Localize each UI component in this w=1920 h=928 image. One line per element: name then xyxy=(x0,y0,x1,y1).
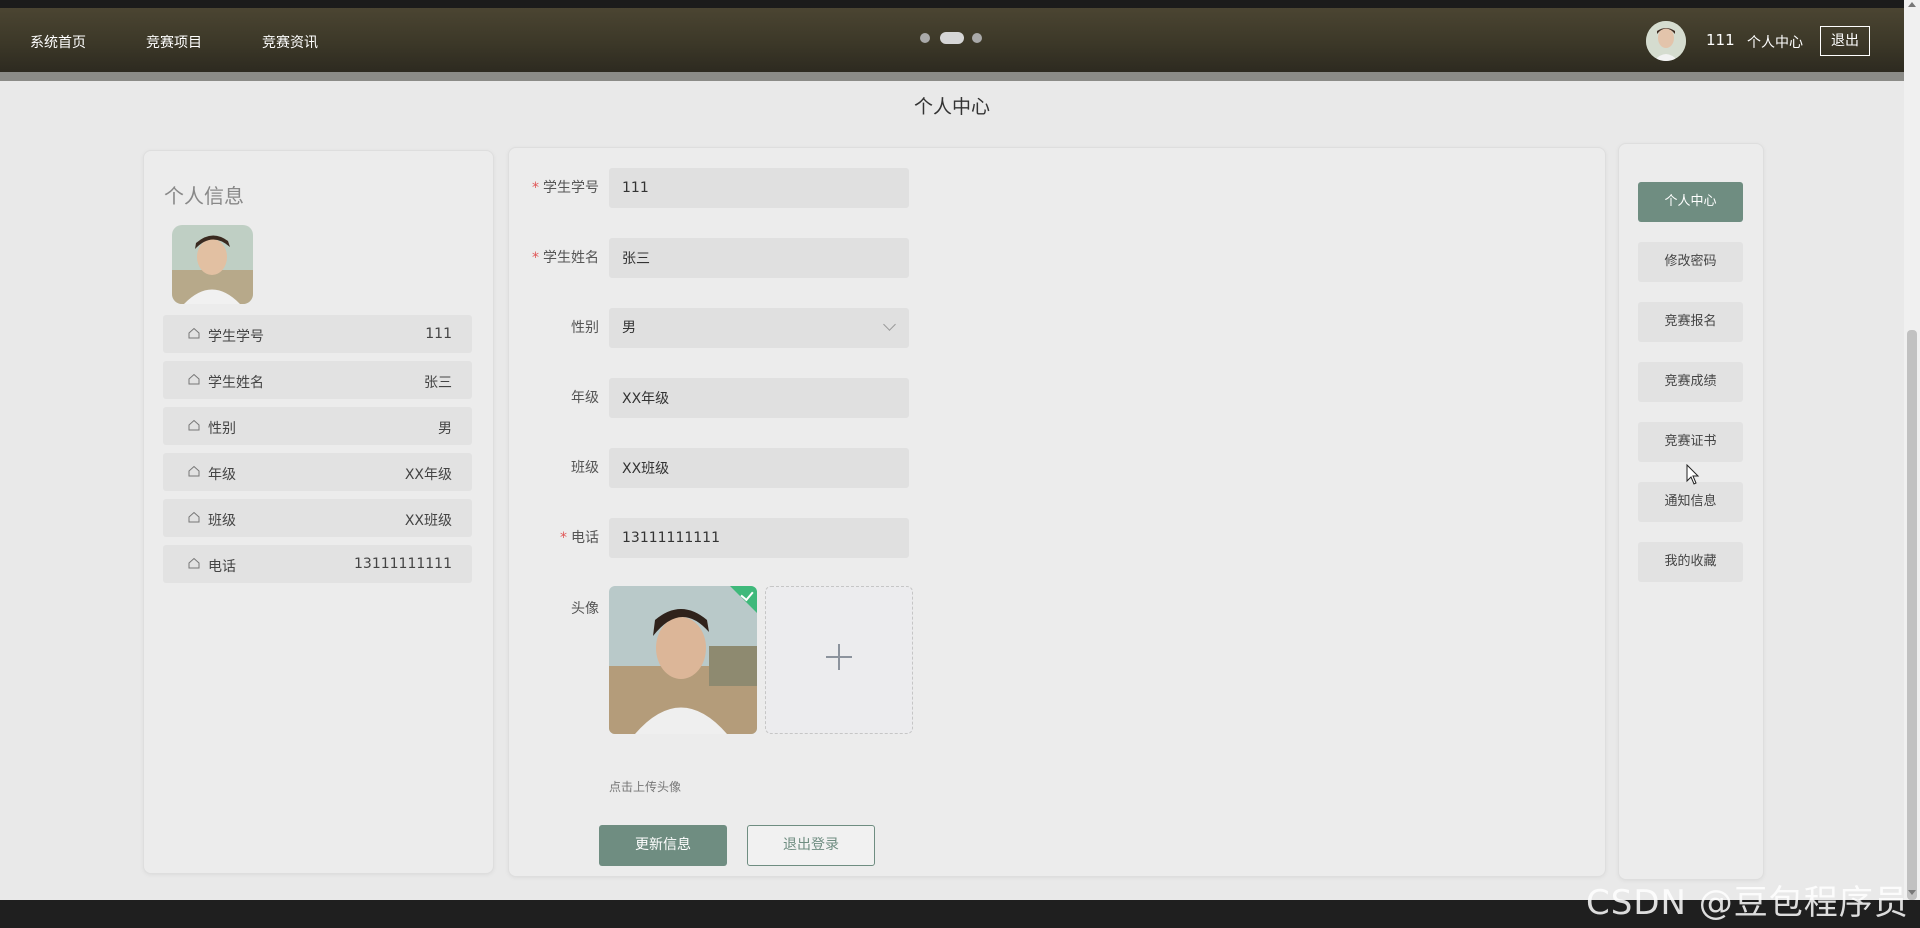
profile-row-label: 年级 xyxy=(208,467,236,483)
profile-row-label: 学生学号 xyxy=(208,329,264,345)
nav-competition-projects[interactable]: 竞赛项目 xyxy=(146,32,202,52)
profile-row-label: 班级 xyxy=(208,513,236,529)
required-mark: * xyxy=(560,530,567,546)
gender-select[interactable]: 男 xyxy=(609,308,909,348)
required-mark: * xyxy=(532,180,539,196)
scroll-down-icon[interactable] xyxy=(1908,890,1916,895)
home-icon xyxy=(188,511,200,523)
profile-row-value: 张三 xyxy=(424,375,452,391)
student-name-label: * 学生姓名 xyxy=(532,250,599,266)
watermark: CSDN @豆包程序员 xyxy=(1586,883,1909,923)
phone-label: * 电话 xyxy=(560,530,599,546)
profile-row-student-name: 学生姓名 张三 xyxy=(163,361,472,399)
menu-competition-signup[interactable]: 竞赛报名 xyxy=(1638,302,1743,342)
profile-row-label: 电话 xyxy=(208,559,236,575)
profile-row-label: 学生姓名 xyxy=(208,375,264,391)
update-info-button[interactable]: 更新信息 xyxy=(599,825,727,866)
profile-row-value: 111 xyxy=(425,326,452,342)
mouse-cursor-icon xyxy=(1686,464,1700,485)
top-navbar: 系统首页 竞赛项目 竞赛资讯 111 个人中心 退出 xyxy=(0,8,1904,81)
menu-my-favorites[interactable]: 我的收藏 xyxy=(1638,542,1743,582)
carousel-dot[interactable] xyxy=(920,33,930,43)
scroll-up-icon[interactable] xyxy=(1908,2,1916,7)
top-strip xyxy=(0,0,1920,8)
menu-personal-center[interactable]: 个人中心 xyxy=(1638,182,1743,222)
nav-user-center[interactable]: 个人中心 xyxy=(1747,32,1803,52)
required-mark: * xyxy=(532,250,539,266)
avatar-upload-button[interactable] xyxy=(765,586,913,734)
grade-input[interactable] xyxy=(609,378,909,418)
upload-tip: 点击上传头像 xyxy=(609,780,682,794)
nav-home[interactable]: 系统首页 xyxy=(30,32,86,52)
profile-row-grade: 年级 XX年级 xyxy=(163,453,472,491)
page-title: 个人中心 xyxy=(913,96,990,118)
profile-row-value: 13111111111 xyxy=(354,556,452,572)
student-id-input[interactable] xyxy=(609,168,909,208)
gender-label: 性别 xyxy=(571,320,599,336)
profile-card-title: 个人信息 xyxy=(164,184,244,208)
home-icon xyxy=(188,419,200,431)
home-icon xyxy=(188,557,200,569)
grade-label: 年级 xyxy=(571,390,599,406)
profile-row-value: 男 xyxy=(438,421,452,437)
home-icon xyxy=(188,327,200,339)
user-name: 111 xyxy=(1706,31,1735,49)
menu-competition-scores[interactable]: 竞赛成绩 xyxy=(1638,362,1743,402)
avatar-label: 头像 xyxy=(571,601,599,617)
home-icon xyxy=(188,465,200,477)
profile-row-value: XX班级 xyxy=(404,513,452,529)
menu-notifications[interactable]: 通知信息 xyxy=(1638,482,1743,522)
student-name-input[interactable] xyxy=(609,238,909,278)
nav-competition-news[interactable]: 竞赛资讯 xyxy=(262,32,318,52)
menu-change-password[interactable]: 修改密码 xyxy=(1638,242,1743,282)
class-input[interactable] xyxy=(609,448,909,488)
profile-row-gender: 性别 男 xyxy=(163,407,472,445)
menu-competition-certificates[interactable]: 竞赛证书 xyxy=(1638,422,1743,462)
user-avatar[interactable] xyxy=(1646,21,1686,61)
logout-button[interactable]: 退出登录 xyxy=(747,825,875,866)
profile-avatar xyxy=(172,225,253,304)
scrollbar-thumb[interactable] xyxy=(1907,330,1917,900)
profile-row-phone: 电话 13111111111 xyxy=(163,545,472,583)
class-label: 班级 xyxy=(571,460,599,476)
phone-input[interactable] xyxy=(609,518,909,558)
carousel-dot[interactable] xyxy=(972,33,982,43)
profile-row-label: 性别 xyxy=(208,421,236,437)
profile-row-student-id: 学生学号 111 xyxy=(163,315,472,353)
nav-logout-button[interactable]: 退出 xyxy=(1820,26,1870,56)
home-icon xyxy=(188,373,200,385)
student-id-label: * 学生学号 xyxy=(532,180,599,196)
profile-row-value: XX年级 xyxy=(404,467,452,483)
profile-row-class: 班级 XX班级 xyxy=(163,499,472,537)
carousel-dot-active[interactable] xyxy=(940,32,964,44)
